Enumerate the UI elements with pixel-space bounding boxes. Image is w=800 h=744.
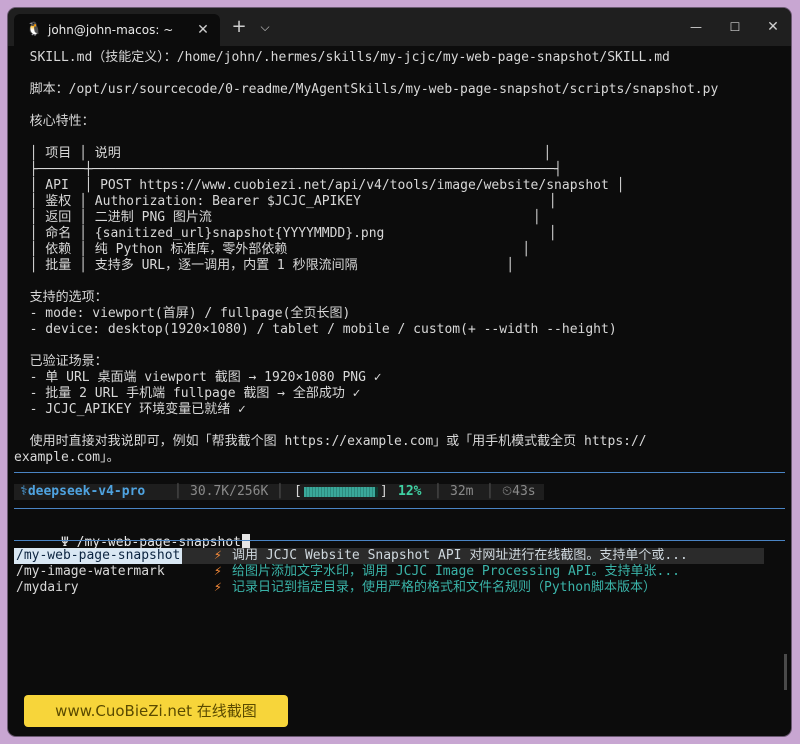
completion-description: 给图片添加文字水印，调用 JCJC Image Processing API。支… xyxy=(232,564,680,579)
table-row: │ 命名 │ {sanitized_url}snapshot{YYYYMMDD}… xyxy=(14,226,557,241)
input-frame-bottom xyxy=(14,540,785,541)
table-row: │ 批量 │ 支持多 URL，逐一调用，内置 1 秒限流间隔 │ xyxy=(14,258,515,273)
completion-description: 调用 JCJC Website Snapshot API 对网址进行在线截图。支… xyxy=(232,548,688,563)
output-line: 支持的选项： xyxy=(14,290,108,305)
new-tab-button[interactable]: + xyxy=(230,16,248,38)
completion-item[interactable]: /mydairy ⚡ 记录日记到指定目录，使用严格的格式和文件名规则（Pytho… xyxy=(14,580,764,596)
tab-close-button[interactable]: ✕ xyxy=(194,20,212,40)
maximize-button[interactable]: ☐ xyxy=(727,16,743,38)
output-line: - mode: viewport(首屏) / fullpage(全页长图) xyxy=(14,306,351,321)
context-progress-bar xyxy=(304,487,378,497)
token-count: 30.7K/256K xyxy=(190,484,269,499)
completion-command: /my-web-page-snapshot xyxy=(14,548,183,564)
table-row: │ 依赖 │ 纯 Python 标准库，零外部依赖 │ xyxy=(14,242,531,257)
tab-terminal[interactable]: 🐧 john@john-macos: ~ ✕ xyxy=(14,14,220,46)
output-line: - device: desktop(1920×1080) / tablet / … xyxy=(14,322,617,337)
model-name: ⚕deepseek-v4-pro xyxy=(20,484,146,499)
completion-item[interactable]: /my-web-page-snapshot ⚡ 调用 JCJC Website … xyxy=(14,548,764,564)
input-frame-top xyxy=(14,508,785,509)
scrollbar[interactable] xyxy=(784,654,787,690)
completion-command: /mydairy xyxy=(16,580,79,595)
tux-icon: 🐧 xyxy=(26,22,43,37)
minimize-button[interactable]: — xyxy=(688,16,704,38)
output-line: - 单 URL 桌面端 viewport 截图 → 1920×1080 PNG … xyxy=(14,370,382,385)
output-line: example.com」。 xyxy=(14,450,120,465)
progress-percent: 12% xyxy=(398,484,422,499)
status-bar: ⚕deepseek-v4-pro │ 30.7K/256K │ [ ] 12% … xyxy=(14,484,544,500)
title-bar: 🐧 john@john-macos: ~ ✕ + ⌵ — ☐ ✕ xyxy=(8,8,791,46)
completion-command: /my-image-watermark xyxy=(16,564,165,579)
table-row: │ 鉴权 │ Authorization: Bearer $JCJC_APIKE… xyxy=(14,194,557,209)
watermark-badge: www.CuoBieZi.net 在线截图 xyxy=(24,695,288,727)
table-row: │ API │ POST https://www.cuobiezi.net/ap… xyxy=(14,178,625,193)
context-progress-fill xyxy=(304,487,376,497)
output-line: - JCJC_APIKEY 环境变量已就绪 ✓ xyxy=(14,402,246,417)
status-separator: │ xyxy=(434,484,442,499)
text-cursor xyxy=(242,534,250,549)
progress-close: ] xyxy=(380,484,388,499)
lightning-icon: ⚡ xyxy=(214,548,222,563)
output-line: 核心特性： xyxy=(14,114,95,129)
status-separator: │ xyxy=(174,484,182,499)
tab-title: john@john-macos: ~ xyxy=(48,23,174,37)
status-separator: │ xyxy=(276,484,284,499)
progress-open: [ xyxy=(294,484,302,499)
completion-item[interactable]: /my-image-watermark ⚡ 给图片添加文字水印，调用 JCJC … xyxy=(14,564,764,580)
lightning-icon: ⚡ xyxy=(214,564,222,579)
close-window-button[interactable]: ✕ xyxy=(765,16,781,38)
terminal-window: 🐧 john@john-macos: ~ ✕ + ⌵ — ☐ ✕ SKILL.m… xyxy=(8,8,791,736)
lightning-icon: ⚡ xyxy=(214,580,222,595)
terminal-output[interactable]: SKILL.md（技能定义）：/home/john/.hermes/skills… xyxy=(8,46,791,736)
output-line: 脚本：/opt/usr/sourcecode/0-readme/MyAgentS… xyxy=(14,82,719,97)
output-line: 已验证场景： xyxy=(14,354,108,369)
chevron-down-icon[interactable]: ⌵ xyxy=(258,16,272,38)
session-duration: 32m xyxy=(450,484,474,499)
output-line: SKILL.md（技能定义）：/home/john/.hermes/skills… xyxy=(14,50,670,65)
completion-description: 记录日记到指定目录，使用严格的格式和文件名规则（Python脚本版本） xyxy=(232,580,656,595)
status-separator: │ xyxy=(486,484,494,499)
output-line: 使用时直接对我说即可，例如「帮我截个图 https://example.com」… xyxy=(14,434,647,449)
output-line: - 批量 2 URL 手机端 fullpage 截图 → 全部成功 ✓ xyxy=(14,386,361,401)
completion-menu: /my-web-page-snapshot ⚡ 调用 JCJC Website … xyxy=(14,548,764,596)
timer-icon: ⏲43s xyxy=(502,484,536,499)
table-header: │ 项目 │ 说明 │ xyxy=(14,146,552,161)
table-row: │ 返回 │ 二进制 PNG 图片流 │ xyxy=(14,210,541,225)
response-frame-bottom xyxy=(14,472,785,473)
table-divider: ├──────┼────────────────────────────────… xyxy=(14,162,562,177)
